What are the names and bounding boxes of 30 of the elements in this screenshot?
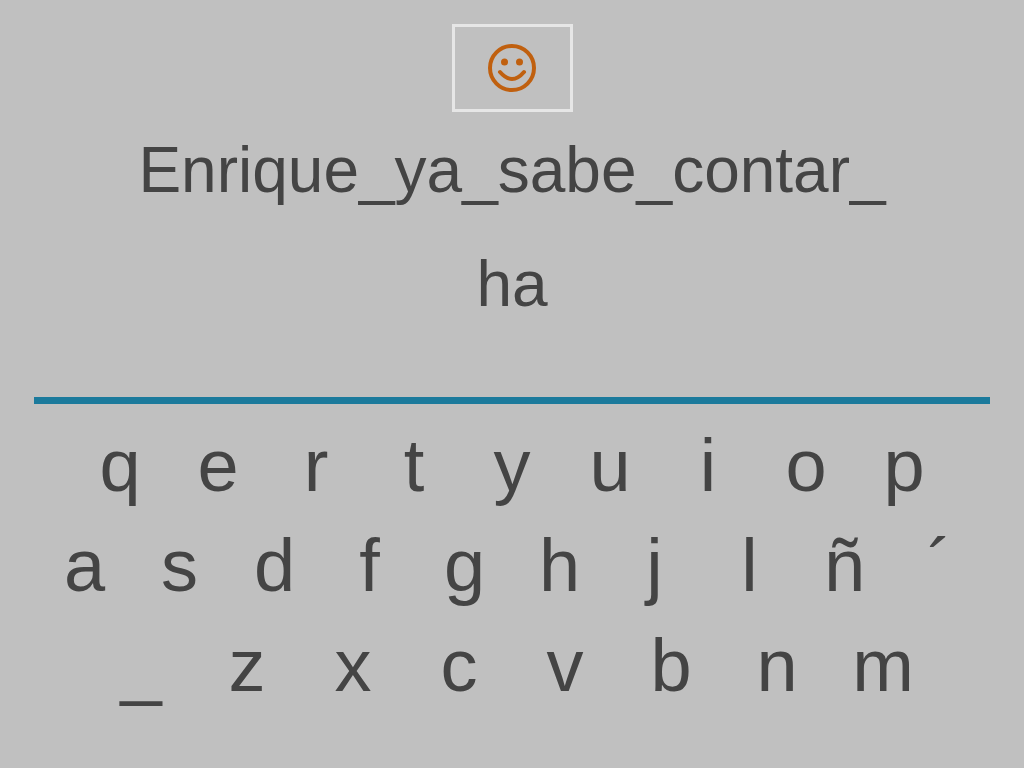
key-button[interactable]: i — [659, 416, 757, 516]
key-button[interactable]: b — [618, 616, 724, 716]
key-button[interactable]: e — [169, 416, 267, 516]
key-button[interactable]: j — [607, 516, 702, 616]
key-button[interactable]: m — [830, 616, 936, 716]
key-button[interactable]: v — [512, 616, 618, 716]
key-button[interactable]: n — [724, 616, 830, 716]
key-button[interactable]: r — [267, 416, 365, 516]
key-button[interactable]: l — [702, 516, 797, 616]
key-button[interactable]: s — [132, 516, 227, 616]
smiley-button[interactable] — [451, 24, 573, 112]
key-button[interactable]: ´ — [892, 516, 987, 616]
key-button[interactable]: y — [463, 416, 561, 516]
key-button[interactable]: z — [194, 616, 300, 716]
key-button[interactable]: x — [300, 616, 406, 716]
smiley-icon — [486, 42, 538, 94]
key-button[interactable]: _ — [88, 616, 194, 716]
key-button[interactable]: c — [406, 616, 512, 716]
key-button[interactable]: o — [757, 416, 855, 516]
key-button[interactable]: d — [227, 516, 322, 616]
key-button[interactable]: t — [365, 416, 463, 516]
key-button[interactable]: g — [417, 516, 512, 616]
key-button[interactable]: ñ — [797, 516, 892, 616]
key-button[interactable]: f — [322, 516, 417, 616]
key-button[interactable]: a — [37, 516, 132, 616]
answer-text: ha — [476, 252, 548, 316]
key-button[interactable]: u — [561, 416, 659, 516]
key-button[interactable]: q — [71, 416, 169, 516]
key-button[interactable]: h — [512, 516, 607, 616]
key-button[interactable]: p — [855, 416, 953, 516]
